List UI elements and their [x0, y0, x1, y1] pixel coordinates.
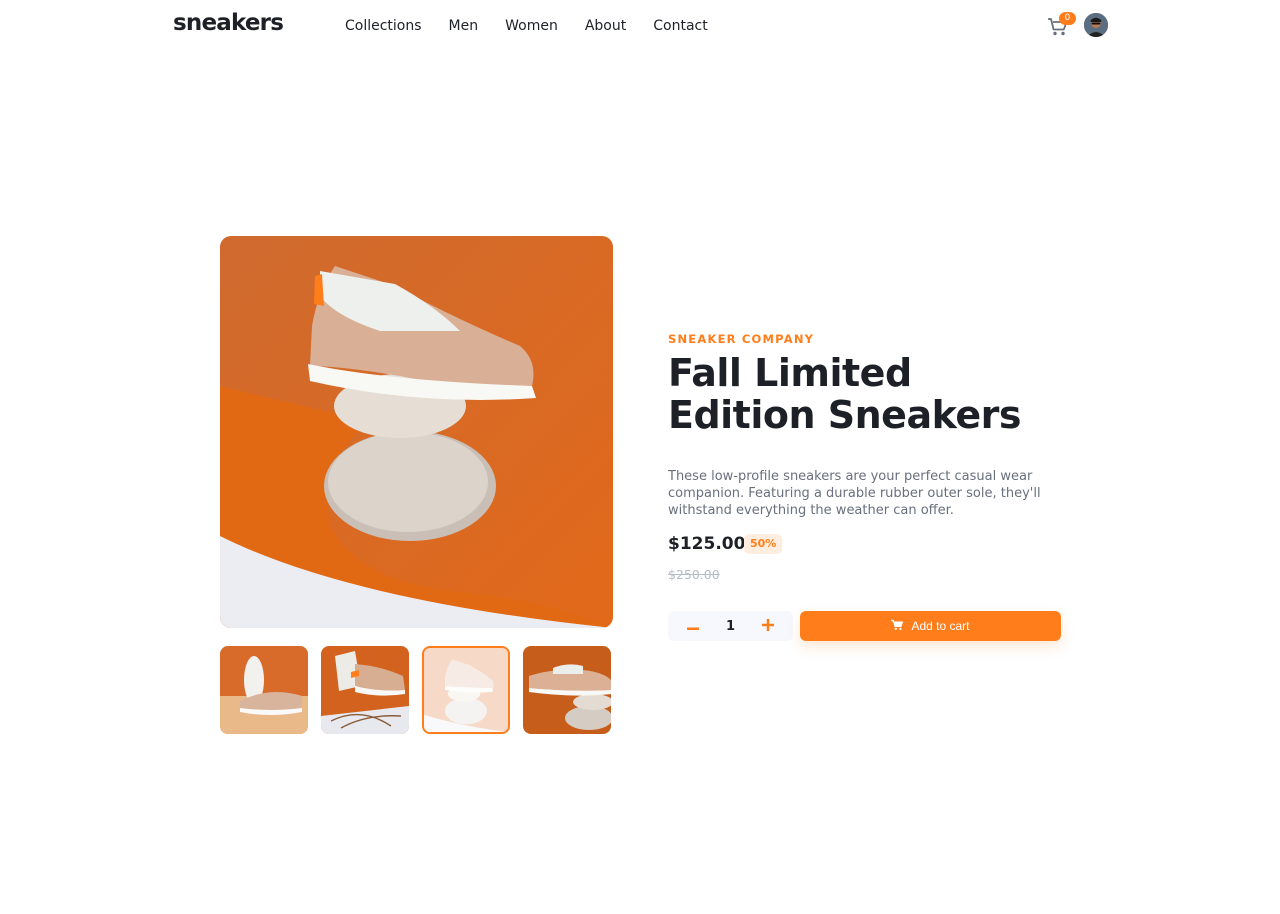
cart-icon: [891, 619, 904, 634]
nav-collections[interactable]: Collections: [345, 18, 422, 34]
plus-icon[interactable]: [761, 611, 775, 641]
nav-about[interactable]: About: [585, 18, 626, 34]
company-label: SNEAKER COMPANY: [668, 332, 815, 346]
quantity-value: 1: [725, 618, 736, 634]
current-price: $125.00: [668, 534, 746, 554]
product-title: Fall Limited Edition Sneakers: [668, 351, 1021, 437]
product-description: These low-profile sneakers are your perf…: [668, 469, 1041, 518]
original-price: $250.00: [668, 567, 720, 582]
thumbnail-4[interactable]: [523, 646, 611, 734]
nav-contact[interactable]: Contact: [653, 18, 707, 34]
thumbnail-strip: [220, 646, 611, 734]
logo[interactable]: sneakers: [173, 10, 284, 36]
add-to-cart-label: Add to cart: [911, 619, 970, 633]
minus-icon[interactable]: [686, 611, 700, 641]
discount-badge: 50%: [744, 534, 783, 554]
main-product-image[interactable]: [220, 236, 613, 628]
add-to-cart-button[interactable]: Add to cart: [800, 611, 1061, 641]
nav-women[interactable]: Women: [505, 18, 558, 34]
quantity-stepper: 1: [668, 611, 793, 641]
thumbnail-1[interactable]: [220, 646, 308, 734]
site-header: sneakers Collections Men Women About Con…: [0, 0, 1280, 56]
avatar[interactable]: [1084, 13, 1108, 37]
cart-count-badge: 0: [1059, 12, 1076, 25]
main-nav: Collections Men Women About Contact: [345, 18, 708, 34]
thumbnail-3-active[interactable]: [422, 646, 510, 734]
thumbnail-2[interactable]: [321, 646, 409, 734]
nav-men[interactable]: Men: [449, 18, 479, 34]
